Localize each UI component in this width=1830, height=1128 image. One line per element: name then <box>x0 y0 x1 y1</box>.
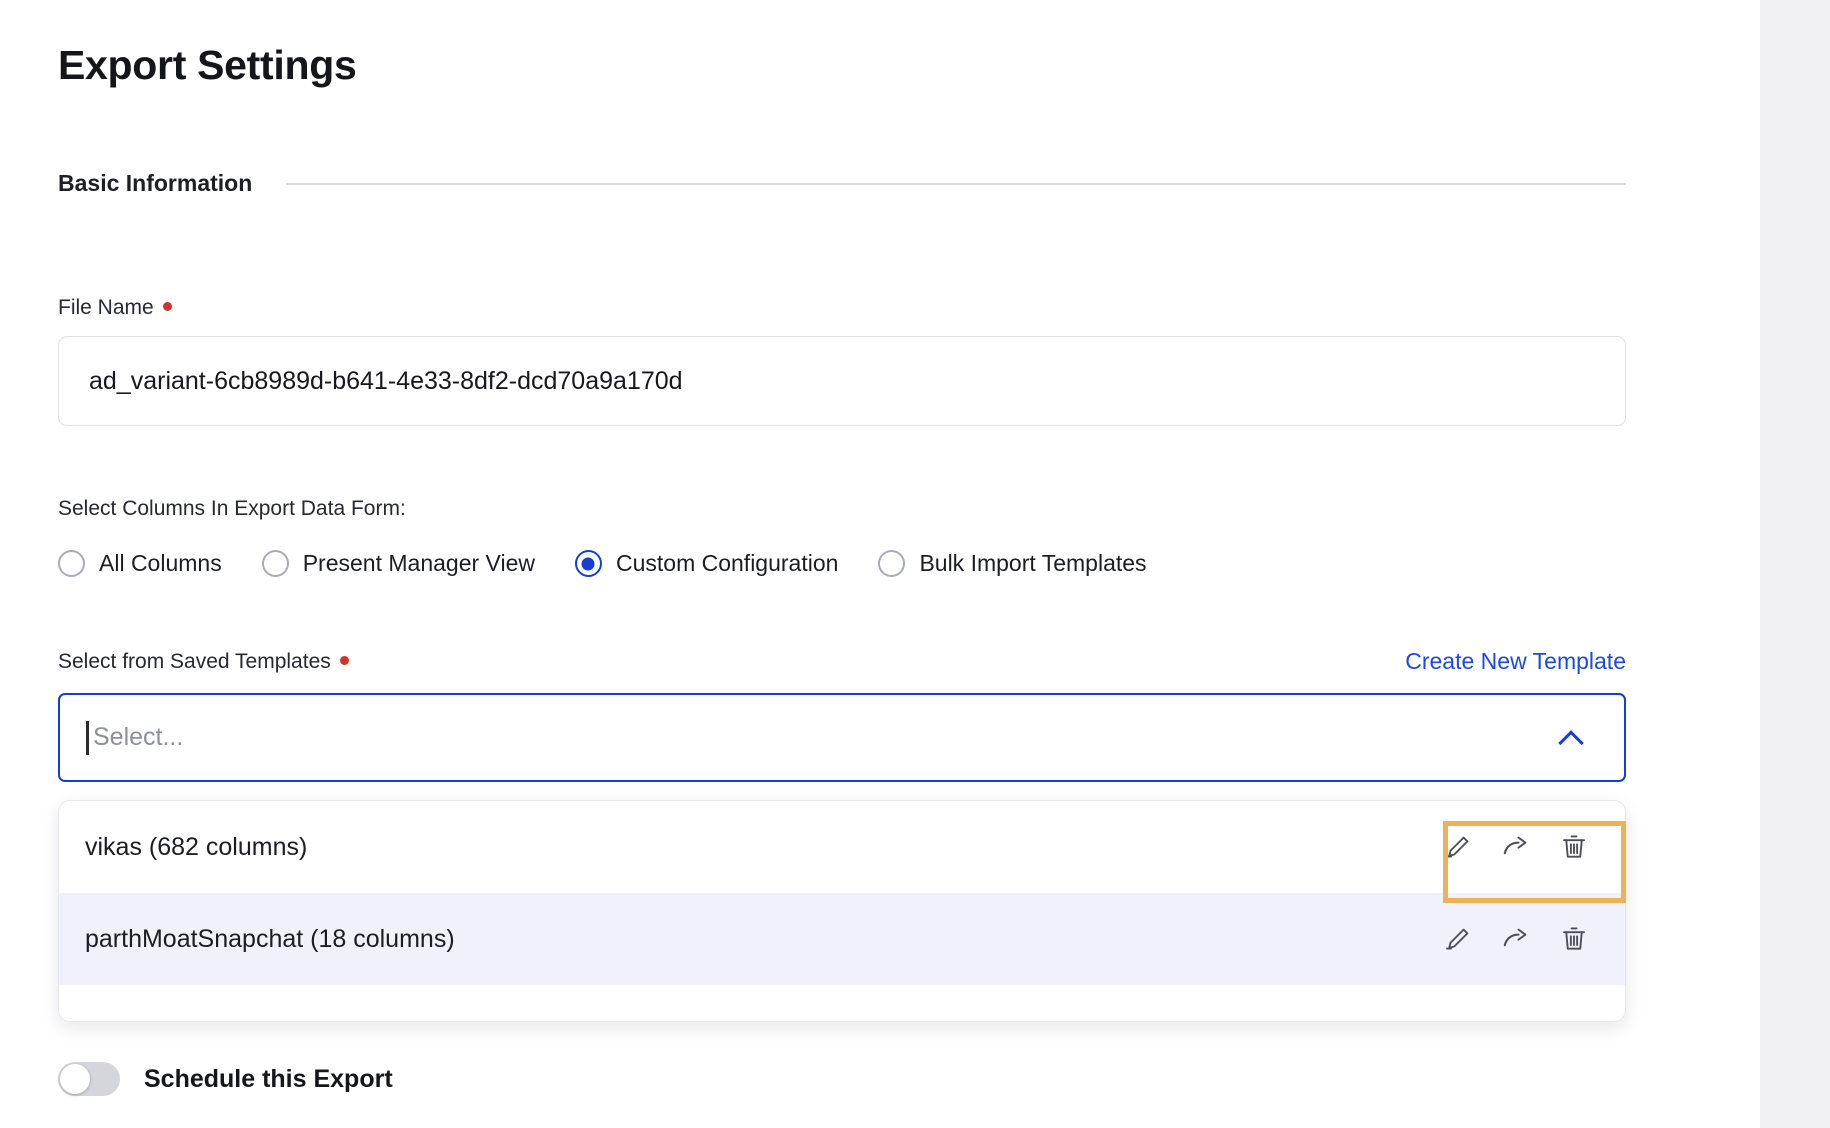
required-indicator-icon <box>339 656 349 665</box>
radio-circle-selected-icon[interactable] <box>574 550 602 577</box>
saved-templates-label-text: Select from Saved Templates <box>58 650 331 673</box>
radio-label-custom-configuration: Custom Configuration <box>615 550 839 576</box>
saved-templates-select[interactable]: Select... <box>58 693 1626 782</box>
radio-label-bulk-import-templates: Bulk Import Templates <box>919 550 1147 576</box>
radio-label-present-manager-view: Present Manager View <box>302 550 535 576</box>
schedule-export-row: Schedule this Export <box>58 1062 393 1096</box>
saved-templates-label: Select from Saved Templates <box>58 650 349 674</box>
file-name-label-text: File Name <box>58 296 154 319</box>
file-name-input[interactable]: ad_variant-6cb8989d-b641-4e33-8df2-dcd70… <box>58 336 1626 426</box>
share-arrow-icon[interactable] <box>1499 830 1533 864</box>
chevron-up-icon[interactable] <box>1560 726 1584 750</box>
edit-pencil-icon[interactable] <box>1441 922 1475 956</box>
text-caret <box>86 720 89 755</box>
schedule-export-label: Schedule this Export <box>144 1064 393 1093</box>
column-selection-radio-group: All Columns Present Manager View Custom … <box>58 550 1187 577</box>
dropdown-option-label: parthMoatSnapchat (18 columns) <box>85 924 455 953</box>
radio-option-bulk-import-templates[interactable]: Bulk Import Templates <box>878 550 1147 577</box>
dropdown-row-actions <box>1441 922 1591 956</box>
column-selection-label: Select Columns In Export Data Form: <box>58 497 406 520</box>
trash-icon[interactable] <box>1557 830 1591 864</box>
create-new-template-link[interactable]: Create New Template <box>1405 648 1626 675</box>
trash-icon[interactable] <box>1557 922 1591 956</box>
right-gutter <box>1760 0 1830 1128</box>
toggle-knob <box>60 1064 90 1094</box>
saved-templates-select-placeholder: Select... <box>93 723 184 751</box>
dropdown-option-vikas[interactable]: vikas (682 columns) <box>59 801 1625 893</box>
edit-pencil-icon[interactable] <box>1441 830 1475 864</box>
radio-label-all-columns: All Columns <box>99 550 222 576</box>
radio-option-custom-configuration[interactable]: Custom Configuration <box>574 550 839 577</box>
dropdown-option-parthmoatsnapchat[interactable]: parthMoatSnapchat (18 columns) <box>59 893 1625 985</box>
radio-option-present-manager-view[interactable]: Present Manager View <box>261 550 535 577</box>
export-settings-screen: Export Settings Basic Information File N… <box>0 0 1830 1128</box>
section-title-basic-information: Basic Information <box>58 170 253 196</box>
required-indicator-icon <box>162 302 172 311</box>
file-name-input-value: ad_variant-6cb8989d-b641-4e33-8df2-dcd70… <box>89 366 683 395</box>
share-arrow-icon[interactable] <box>1499 922 1533 956</box>
radio-circle-icon[interactable] <box>58 550 85 577</box>
file-name-label: File Name <box>58 296 172 320</box>
radio-circle-icon[interactable] <box>878 550 906 577</box>
dropdown-option-label: vikas (682 columns) <box>85 832 308 861</box>
page-body: Export Settings Basic Information File N… <box>0 0 1760 1128</box>
radio-option-all-columns[interactable]: All Columns <box>58 550 222 577</box>
dropdown-row-actions <box>1441 830 1591 864</box>
section-header-basic-information: Basic Information <box>58 170 1626 197</box>
page-title: Export Settings <box>58 42 357 88</box>
section-divider <box>286 182 1626 185</box>
radio-circle-icon[interactable] <box>261 550 289 577</box>
saved-templates-dropdown-menu: vikas (682 columns) parthMoatSnapchat (1… <box>58 800 1626 1022</box>
schedule-export-toggle[interactable] <box>58 1062 120 1096</box>
